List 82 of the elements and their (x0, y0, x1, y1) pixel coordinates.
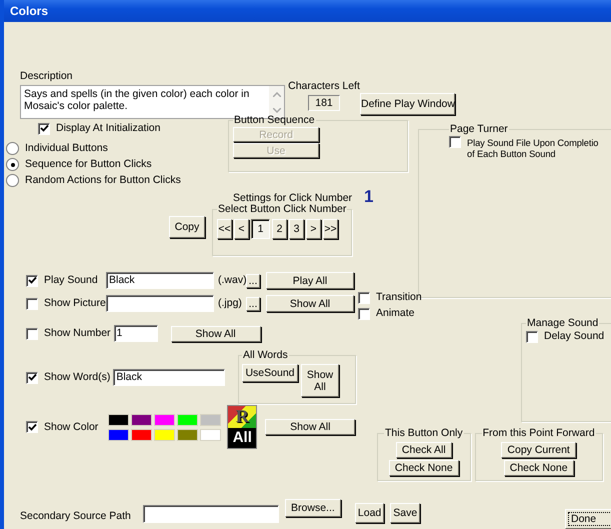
check-button[interactable]: Check All (396, 442, 452, 458)
file-extension-label: (.wav) (218, 274, 246, 287)
checkbox[interactable] (26, 274, 38, 286)
group-title: All Words (242, 349, 289, 362)
click-number-button[interactable]: 2 (272, 219, 287, 239)
file-name-field[interactable]: Black (106, 272, 214, 289)
click-number: 1 (364, 188, 374, 205)
checkbox[interactable] (358, 292, 370, 304)
load-button[interactable]: Load (354, 503, 384, 523)
group-title: Select Button Click Number (217, 203, 348, 216)
browse-button[interactable]: Browse... (284, 499, 341, 517)
file-name-field[interactable] (106, 295, 214, 312)
checkbox[interactable] (449, 136, 461, 148)
color-swatch[interactable] (200, 428, 222, 440)
file-extension-label: (.jpg) (218, 297, 243, 310)
use-sound-button[interactable]: UseSound (242, 364, 298, 382)
number-field[interactable]: 1 (114, 325, 158, 342)
source-path-field[interactable] (142, 505, 279, 523)
checkbox-label: Play Sound (44, 274, 98, 287)
group-title: Manage Sound (526, 317, 600, 330)
checkbox[interactable] (526, 330, 538, 342)
forward-button[interactable]: Check None (504, 460, 574, 476)
checkbox-label: Show Color (44, 420, 98, 434)
color-swatch[interactable] (131, 428, 152, 440)
radio-button[interactable] (6, 158, 19, 171)
action-button[interactable]: Show All (266, 295, 354, 312)
description-label: Description (20, 70, 74, 83)
check-button[interactable]: Check None (388, 460, 459, 476)
radio-button[interactable] (6, 174, 19, 187)
color-swatch[interactable] (131, 414, 152, 426)
checkbox[interactable] (26, 372, 38, 384)
checkbox-label: Show Number (44, 327, 111, 340)
window-title: Colors (10, 4, 48, 18)
checkbox[interactable] (38, 122, 50, 134)
characters-left-label: Characters Left (288, 80, 360, 93)
words-field[interactable]: Black (113, 369, 226, 386)
click-number-button[interactable]: > (306, 219, 321, 239)
checkbox[interactable] (26, 298, 38, 310)
show-all-button[interactable]: Show All (170, 326, 261, 342)
browse-button[interactable]: ... (246, 274, 260, 288)
color-swatch[interactable] (108, 428, 130, 440)
checkbox-label: Show Word(s) (44, 371, 110, 384)
color-swatch[interactable] (177, 428, 198, 440)
radio-label: Sequence for Button Clicks (25, 158, 152, 171)
checkbox-label: Display At Initialization (56, 122, 160, 135)
define-play-window-button[interactable]: Define Play Window (360, 93, 455, 115)
checkbox-label: Animate (376, 307, 415, 320)
checkbox[interactable] (358, 308, 370, 320)
characters-left-count: 181 (308, 95, 340, 111)
save-button[interactable]: Save (390, 503, 420, 523)
checkbox-label: Transition (376, 291, 422, 304)
palette-icon[interactable]: R All (227, 405, 258, 449)
secondary-source-label: Secondary Source Path (20, 510, 131, 523)
checkbox-label: Delay Sound (544, 330, 604, 343)
radio-label: Individual Buttons (25, 142, 108, 155)
checkbox[interactable] (26, 421, 38, 433)
click-number-button[interactable]: 3 (289, 219, 304, 239)
action-button[interactable]: Play All (266, 272, 354, 289)
checkbox-label: Show Picture (44, 297, 106, 310)
forward-button[interactable]: Copy Current (501, 442, 576, 458)
show-all-button[interactable]: Show All (265, 419, 356, 435)
click-number-button[interactable]: < (234, 219, 249, 239)
copy-button[interactable]: Copy (169, 216, 205, 238)
click-number-button[interactable]: 1 (251, 219, 270, 239)
checkbox-label: Play Sound File Upon Completio of Each Button Sound (467, 137, 598, 160)
radio-label: Random Actions for Button Clicks (25, 174, 181, 187)
color-swatch[interactable] (108, 414, 130, 426)
color-swatch[interactable] (154, 414, 176, 426)
settings-label: Settings for Click Number (233, 192, 352, 204)
color-swatch[interactable] (154, 428, 176, 440)
click-number-button[interactable]: >> (323, 219, 338, 239)
browse-button[interactable]: ... (246, 296, 260, 310)
checkbox[interactable] (26, 328, 38, 340)
radio-button[interactable] (6, 142, 19, 155)
show-all-button[interactable]: Show All (301, 364, 339, 397)
group-title: Page Turner (449, 123, 509, 136)
click-number-button[interactable]: << (217, 219, 232, 239)
color-swatch[interactable] (200, 414, 222, 426)
color-swatch[interactable] (177, 414, 198, 426)
group-title: This Button Only (384, 427, 464, 440)
done-button[interactable]: Done (565, 509, 611, 529)
group-title: From this Point Forward (482, 427, 596, 440)
